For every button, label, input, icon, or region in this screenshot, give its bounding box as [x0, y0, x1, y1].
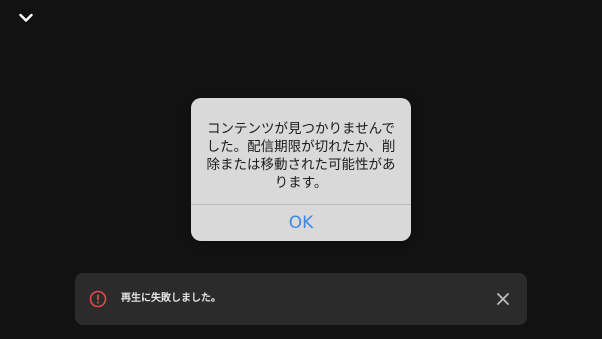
- collapse-button[interactable]: [14, 7, 38, 29]
- toast-message: 再生に失敗しました。: [121, 293, 221, 304]
- ok-button[interactable]: OK: [191, 205, 411, 241]
- chevron-down-icon: [19, 13, 33, 22]
- close-icon: [497, 293, 509, 305]
- toast-close-button[interactable]: [493, 289, 513, 309]
- error-circle-icon: [89, 290, 107, 308]
- error-alert-dialog: コンテンツが見つかりませんでした。配信期限が切れたか、削除または移動された可能性…: [191, 98, 411, 241]
- player-screen: コンテンツが見つかりませんでした。配信期限が切れたか、削除または移動された可能性…: [0, 0, 602, 339]
- error-toast: 再生に失敗しました。: [75, 273, 527, 325]
- alert-message: コンテンツが見つかりませんでした。配信期限が切れたか、削除または移動された可能性…: [206, 121, 396, 191]
